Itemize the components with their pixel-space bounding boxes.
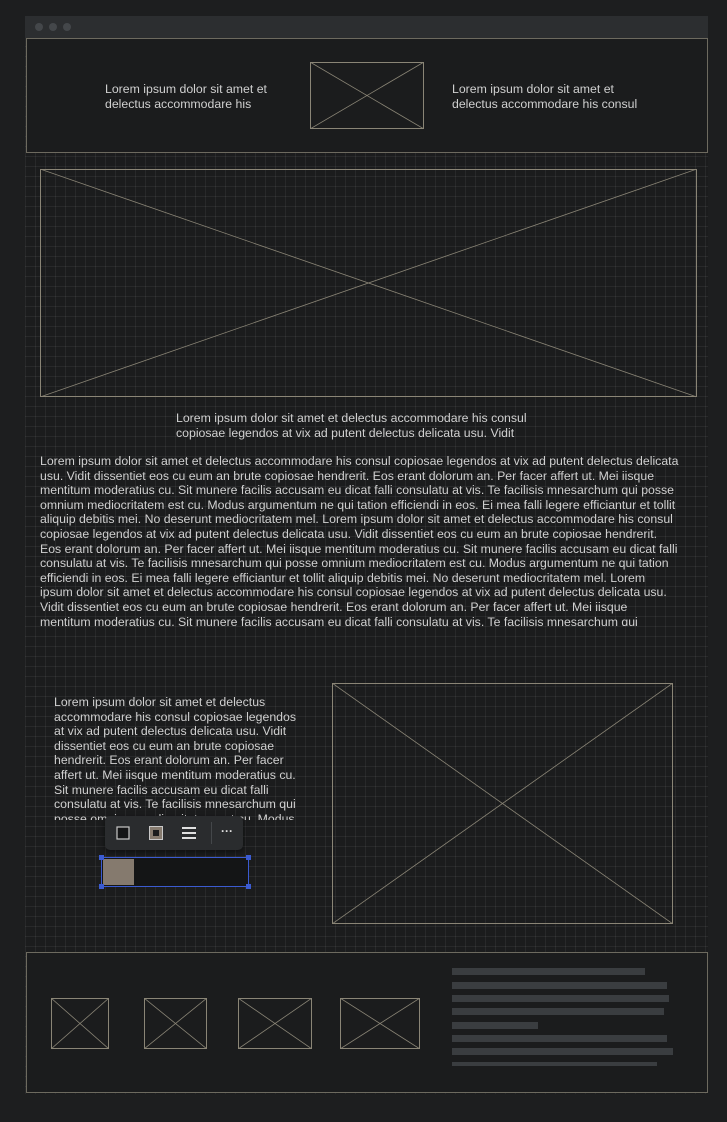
header-image-placeholder[interactable]	[310, 62, 424, 129]
window-dot-close[interactable]	[35, 23, 43, 31]
toolbar-separator	[211, 822, 212, 844]
window-dot-maximize[interactable]	[63, 23, 71, 31]
footer-thumb-placeholder-3[interactable]	[238, 998, 312, 1049]
split-text: Lorem ipsum dolor sit amet et delectus a…	[54, 695, 296, 820]
footer-text-line	[452, 1008, 664, 1015]
hero-image-placeholder[interactable]	[40, 169, 697, 397]
footer-text-line	[452, 995, 669, 1002]
footer-text-line	[452, 1062, 657, 1066]
footer-thumb-placeholder-4[interactable]	[340, 998, 420, 1049]
window-dot-minimize[interactable]	[49, 23, 57, 31]
split-image-placeholder[interactable]	[332, 683, 673, 924]
footer-text-line	[452, 982, 667, 989]
footer-text-line	[452, 968, 645, 975]
footer-text-line	[452, 1022, 538, 1029]
footer-thumb-placeholder-1[interactable]	[51, 998, 109, 1049]
footer-text-line	[452, 1035, 667, 1042]
resize-handle-top-left[interactable]	[99, 855, 104, 860]
title-bar	[25, 16, 708, 38]
body-paragraph: Lorem ipsum dolor sit amet et delectus a…	[40, 454, 679, 626]
selected-color-element[interactable]	[99, 855, 251, 889]
more-icon[interactable]: ···	[218, 824, 236, 842]
color-swatch[interactable]	[103, 859, 134, 885]
header-section[interactable]: Lorem ipsum dolor sit amet et delectus a…	[26, 38, 708, 153]
hero-caption: Lorem ipsum dolor sit amet et delectus a…	[176, 411, 527, 440]
header-left-text: Lorem ipsum dolor sit amet et delectus a…	[105, 82, 267, 111]
resize-handle-bottom-right[interactable]	[246, 884, 251, 889]
floating-toolbar: ···	[105, 816, 243, 850]
footer-section[interactable]	[26, 952, 708, 1093]
resize-handle-bottom-left[interactable]	[99, 884, 104, 889]
canvas-window: Lorem ipsum dolor sit amet et delectus a…	[25, 16, 708, 1094]
square-filled-icon[interactable]	[147, 824, 165, 842]
footer-text-line	[452, 1048, 673, 1055]
square-outline-icon[interactable]	[114, 824, 132, 842]
footer-thumb-placeholder-2[interactable]	[144, 998, 207, 1049]
resize-handle-top-right[interactable]	[246, 855, 251, 860]
header-right-text: Lorem ipsum dolor sit amet et delectus a…	[452, 82, 638, 111]
align-lines-icon[interactable]	[180, 824, 198, 842]
